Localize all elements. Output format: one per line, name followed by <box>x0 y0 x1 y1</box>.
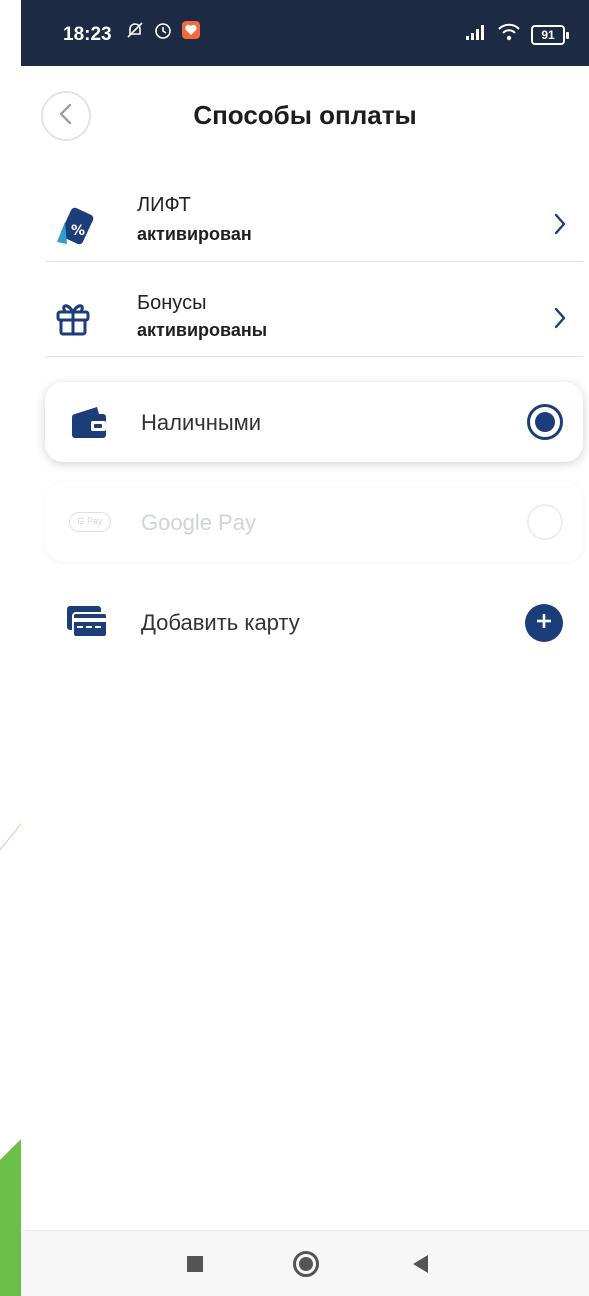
credit-card-icon <box>65 604 109 645</box>
bonus-row[interactable]: Бонусы активированы <box>45 282 581 358</box>
svg-text:%: % <box>71 223 85 239</box>
plus-icon <box>535 612 553 635</box>
add-card-row[interactable]: Добавить карту <box>45 582 583 662</box>
muted-bell-icon <box>125 20 145 45</box>
payment-option-google-pay: G Pay Google Pay <box>45 482 583 562</box>
lift-title: ЛИФТ <box>137 194 191 216</box>
gpay-icon: G Pay <box>69 512 111 532</box>
bonus-status: активированы <box>137 320 268 340</box>
wifi-icon <box>497 22 521 47</box>
status-time: 18:23 <box>63 24 112 45</box>
home-icon[interactable] <box>293 1251 319 1277</box>
header: Способы оплаты <box>21 78 589 154</box>
bonus-title: Бонусы <box>137 292 207 314</box>
add-card-button[interactable] <box>525 604 563 642</box>
signal-icon <box>465 23 487 46</box>
status-bar: 18:23 91 <box>21 0 589 66</box>
phone-screen: 18:23 91 Способы оплаты % ЛИФТ активиров… <box>21 0 589 1296</box>
navigation-bar <box>21 1230 589 1296</box>
recent-apps-icon[interactable] <box>187 1256 203 1272</box>
lift-status: активирован <box>137 224 252 244</box>
radio-selected[interactable] <box>527 404 563 440</box>
battery-icon: 91 <box>531 24 569 45</box>
wallet-icon <box>69 404 109 445</box>
gift-icon <box>53 298 93 343</box>
payment-option-cash[interactable]: Наличными <box>45 382 583 462</box>
discount-card-icon: % <box>51 204 95 253</box>
back-icon[interactable] <box>413 1255 428 1273</box>
page-title: Способы оплаты <box>193 100 417 130</box>
divider <box>45 261 583 262</box>
payment-option-label: Google Pay <box>141 510 256 535</box>
radio-unselected <box>527 504 563 540</box>
alarm-icon <box>153 20 173 45</box>
chevron-right-icon <box>553 212 567 241</box>
chevron-right-icon <box>553 306 567 335</box>
payment-option-label: Наличными <box>141 410 262 435</box>
divider <box>45 356 583 357</box>
lift-row[interactable]: % ЛИФТ активирован <box>45 186 581 262</box>
app-notification-icon <box>181 20 201 45</box>
add-card-label: Добавить карту <box>141 610 300 635</box>
